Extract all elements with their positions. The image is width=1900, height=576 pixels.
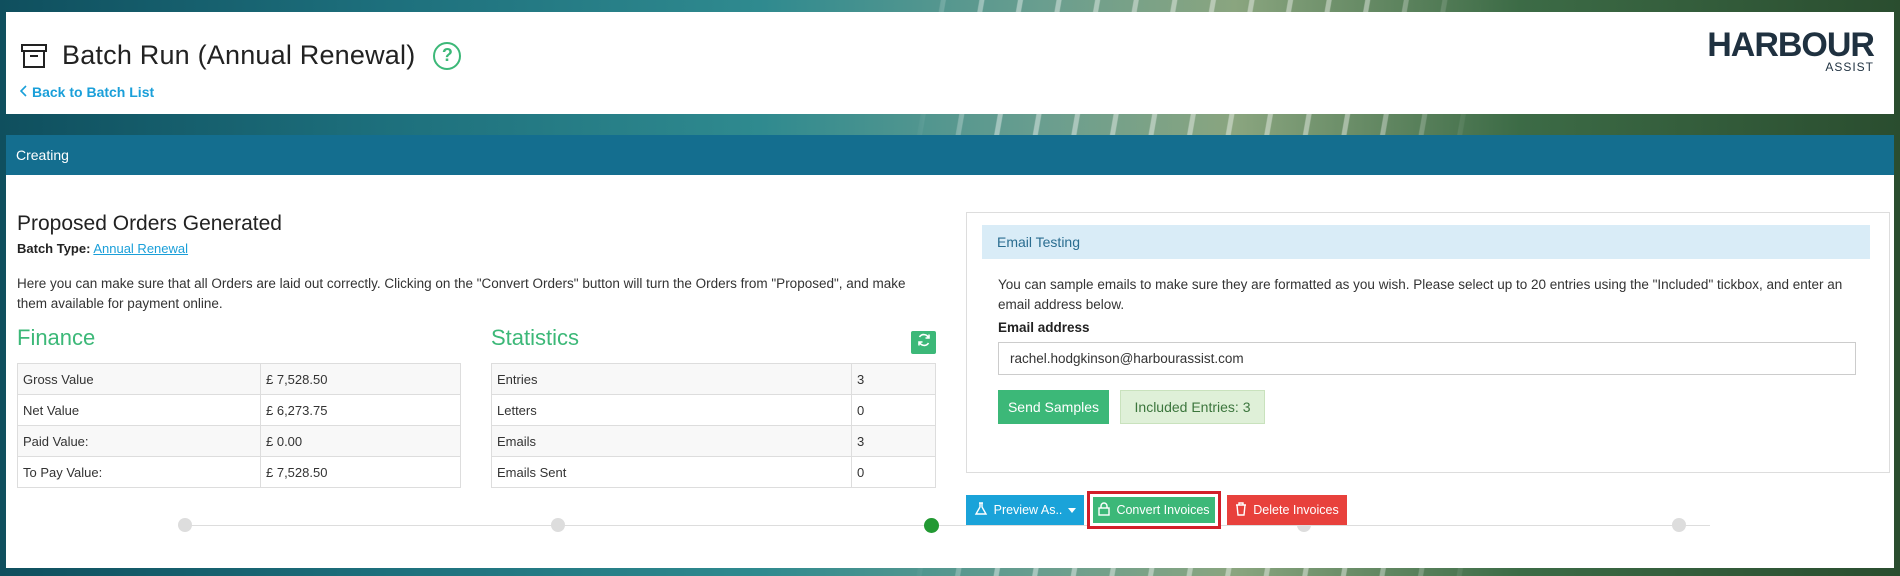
caret-down-icon [1068, 503, 1077, 517]
help-icon[interactable]: ? [433, 41, 462, 70]
statistics-label: Entries [491, 363, 852, 395]
batch-type: Batch Type: Annual Renewal [17, 241, 188, 256]
statistics-heading: Statistics [491, 325, 580, 350]
finance-label: Gross Value [17, 363, 261, 395]
finance-value: £ 6,273.75 [260, 394, 461, 426]
finance-label: Paid Value: [17, 425, 261, 457]
table-row: Letters 0 [491, 394, 936, 426]
intro-text: Here you can make sure that all Orders a… [17, 276, 906, 311]
logo-main-text: HARBOUR [1707, 26, 1875, 64]
email-testing-description: You can sample emails to make sure they … [998, 277, 1843, 312]
batch-type-link[interactable]: Annual Renewal [93, 241, 188, 256]
convert-invoices-button[interactable]: Convert Invoices [1087, 491, 1221, 529]
trash-icon [1235, 501, 1247, 519]
finance-heading: Finance [17, 325, 96, 350]
page-title-text: Batch Run (Annual Renewal) [62, 40, 416, 70]
table-row: Entries 3 [491, 363, 936, 395]
statistics-value: 0 [851, 456, 936, 488]
archive-icon [20, 43, 48, 69]
flask-icon [974, 501, 988, 519]
chevron-left-icon [19, 84, 28, 100]
status-bar: Creating [6, 135, 1894, 175]
statistics-label: Letters [491, 394, 852, 426]
send-samples-button[interactable]: Send Samples [998, 390, 1109, 424]
finance-value: £ 7,528.50 [260, 363, 461, 395]
preview-as-button[interactable]: Preview As.. [966, 495, 1084, 525]
statistics-value: 0 [851, 394, 936, 426]
status-label: Creating [16, 147, 69, 163]
table-row: To Pay Value: £ 7,528.50 [17, 456, 461, 488]
delete-invoices-label: Delete Invoices [1253, 503, 1339, 517]
back-link-label: Back to Batch List [32, 84, 155, 100]
statistics-label: Emails Sent [491, 456, 852, 488]
finance-value: £ 7,528.50 [260, 456, 461, 488]
progress-step-2 [551, 518, 565, 532]
statistics-value: 3 [851, 425, 936, 457]
statistics-label: Emails [491, 425, 852, 457]
delete-invoices-button[interactable]: Delete Invoices [1227, 495, 1347, 525]
convert-invoices-label: Convert Invoices [1116, 503, 1210, 517]
progress-step-1 [178, 518, 192, 532]
back-to-batch-list-link[interactable]: Back to Batch List [19, 84, 155, 100]
statistics-value: 3 [851, 363, 936, 395]
email-address-input[interactable] [998, 342, 1856, 375]
statistics-table: Entries 3 Letters 0 Emails 3 Emails Sent 0 [491, 363, 936, 488]
email-testing-panel: Email Testing You can sample emails to m… [966, 212, 1890, 473]
finance-label: Net Value [17, 394, 261, 426]
page-header: Batch Run (Annual Renewal) ? Back to Bat… [6, 12, 1894, 114]
table-row: Gross Value £ 7,528.50 [17, 363, 461, 395]
table-row: Emails Sent 0 [491, 456, 936, 488]
main-panel: Proposed Orders Generated Batch Type: An… [6, 175, 1894, 568]
batch-type-label: Batch Type: [17, 241, 91, 256]
table-row: Paid Value: £ 0.00 [17, 425, 461, 457]
unlock-icon [1098, 501, 1111, 519]
finance-value: £ 0.00 [260, 425, 461, 457]
harbour-assist-logo: HARBOUR ASSIST [1707, 26, 1875, 74]
email-testing-heading: Email Testing [982, 225, 1870, 259]
finance-table: Gross Value £ 7,528.50 Net Value £ 6,273.7… [17, 363, 461, 488]
included-entries-badge: Included Entries: 3 [1120, 390, 1265, 424]
progress-step-5 [1672, 518, 1686, 532]
refresh-icon [917, 333, 931, 352]
progress-step-3-current [924, 518, 939, 533]
table-row: Net Value £ 6,273.75 [17, 394, 461, 426]
preview-as-label: Preview As.. [993, 503, 1063, 517]
finance-label: To Pay Value: [17, 456, 261, 488]
page-title: Batch Run (Annual Renewal) ? [20, 40, 462, 71]
refresh-button[interactable] [911, 331, 936, 354]
progress-track [178, 525, 1710, 526]
email-address-label: Email address [998, 320, 1090, 335]
section-title: Proposed Orders Generated [17, 212, 282, 235]
table-row: Emails 3 [491, 425, 936, 457]
